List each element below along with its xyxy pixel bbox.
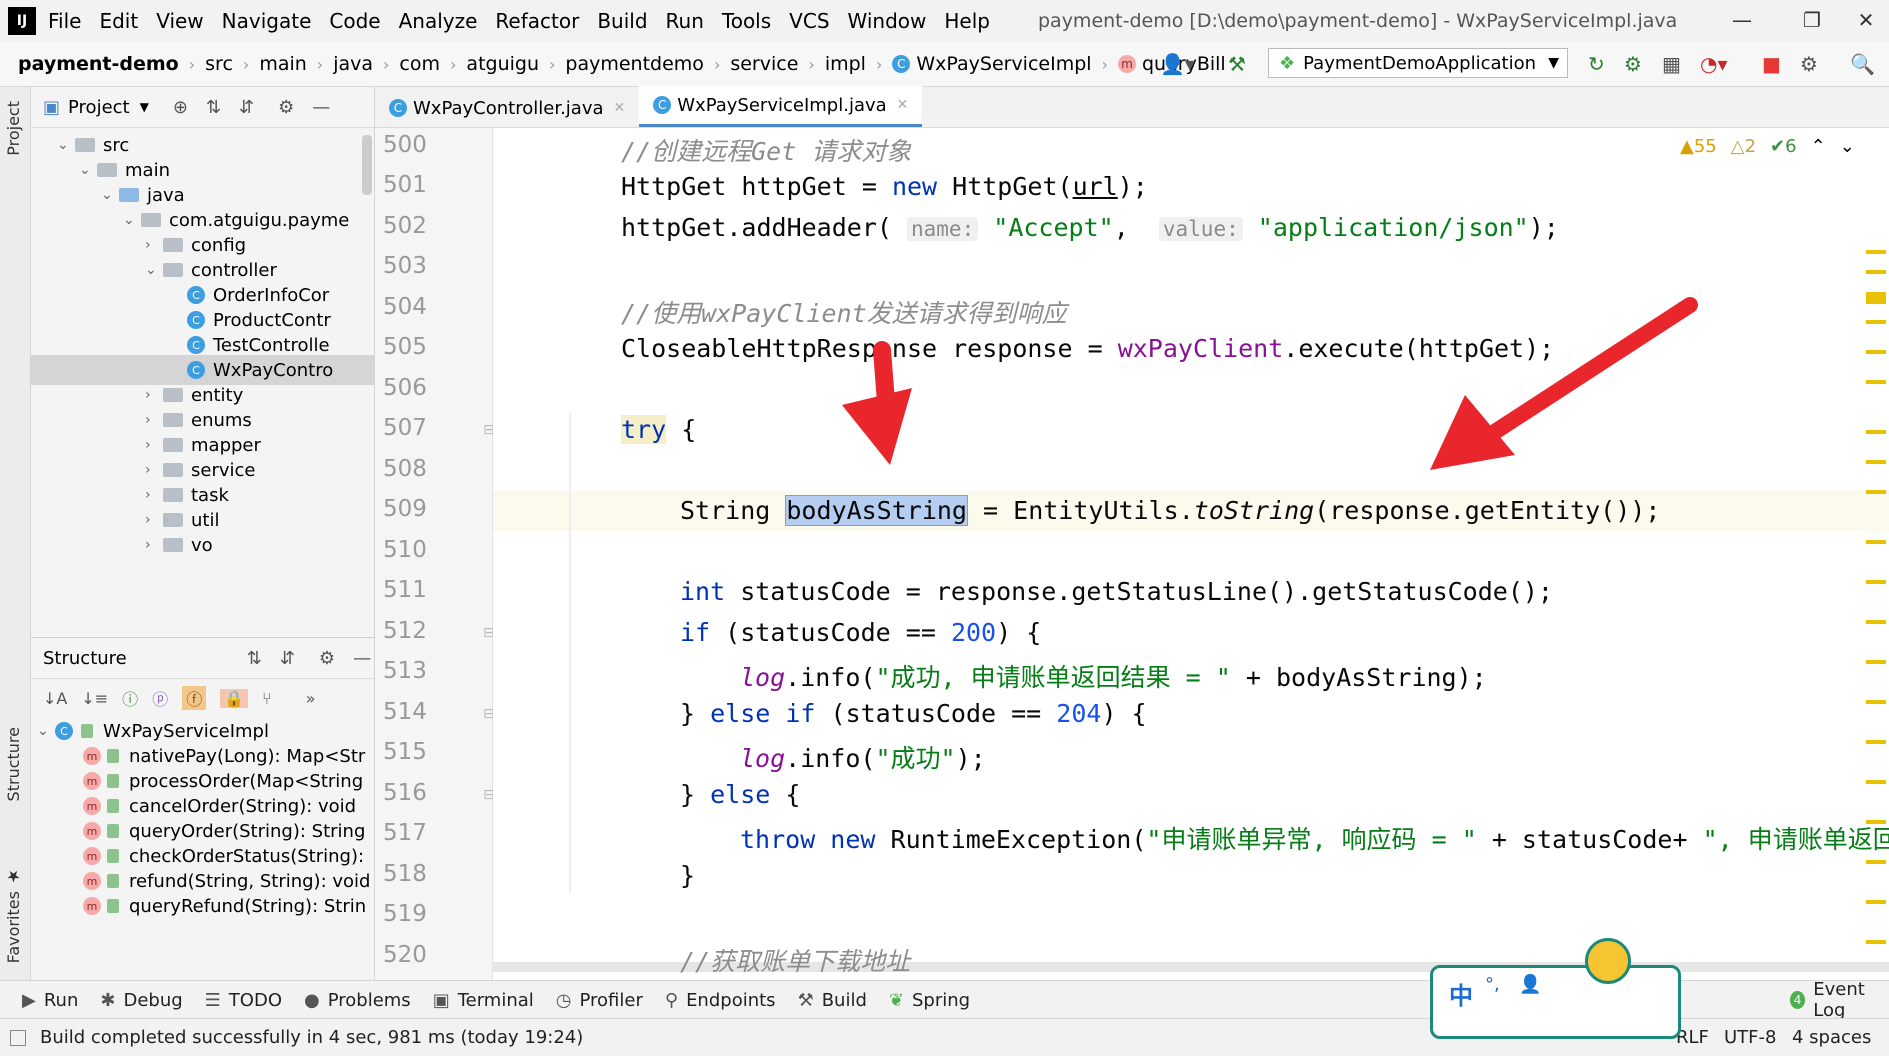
ime-punct-icon[interactable]: °,	[1485, 974, 1500, 995]
hammer-icon: ⚒	[797, 989, 814, 1011]
tool-terminal-label: Terminal	[457, 989, 534, 1011]
endpoints-icon: ⚲	[664, 989, 679, 1011]
spring-icon: ❦	[888, 989, 904, 1011]
tool-debug-label: Debug	[123, 989, 183, 1011]
tool-todo-label: TODO	[228, 989, 282, 1011]
list-icon: ☰	[204, 989, 221, 1011]
tool-spring-label: Spring	[911, 989, 971, 1011]
status-message[interactable]: Build completed successfully in 4 sec, 9…	[40, 1027, 583, 1048]
tool-todo[interactable]: ☰ TODO	[205, 990, 282, 1011]
tool-run[interactable]: ▶ Run	[22, 990, 78, 1011]
arrow-shaft	[1482, 297, 1698, 443]
ime-lang[interactable]: 中	[1449, 976, 1473, 1011]
tool-problems-label: Problems	[327, 989, 411, 1011]
ime-user-icon[interactable]: 👤	[1519, 974, 1541, 995]
profiler-icon: ◷	[555, 989, 572, 1011]
diagonal-arrow-annotation	[1430, 297, 1698, 470]
tool-debug[interactable]: ✱ Debug	[100, 990, 182, 1011]
file-encoding[interactable]: UTF-8	[1724, 1027, 1776, 1048]
ime-mascot-icon	[1585, 938, 1631, 984]
tool-endpoints[interactable]: ⚲ Endpoints	[665, 990, 776, 1011]
tool-event-log-label: Event Log	[1813, 979, 1865, 1021]
play-icon: ▶	[22, 989, 36, 1011]
event-log-icon: 4	[1790, 991, 1806, 1009]
terminal-icon: ▣	[432, 989, 450, 1011]
problems-icon: ●	[304, 989, 320, 1011]
indent-setting[interactable]: 4 spaces	[1792, 1027, 1871, 1048]
tool-spring[interactable]: ❦ Spring	[889, 990, 970, 1011]
ime-toolbar[interactable]: 中 °, 👤	[1430, 938, 1681, 1039]
status-toggle-icon[interactable]	[10, 1029, 26, 1046]
arrow-head	[842, 388, 912, 465]
tool-terminal[interactable]: ▣ Terminal	[433, 990, 534, 1011]
tool-profiler[interactable]: ◷ Profiler	[556, 990, 643, 1011]
down-arrow-annotation	[842, 341, 912, 465]
tool-profiler-label: Profiler	[579, 989, 643, 1011]
tool-event-log[interactable]: 4 Event Log	[1790, 979, 1889, 1021]
tool-problems[interactable]: ● Problems	[304, 990, 411, 1011]
tool-run-label: Run	[43, 989, 79, 1011]
tool-endpoints-label: Endpoints	[686, 989, 776, 1011]
tool-build-label: Build	[821, 989, 867, 1011]
bug-icon: ✱	[100, 989, 116, 1011]
annotation-arrows	[842, 297, 1698, 470]
tool-build[interactable]: ⚒ Build	[798, 990, 867, 1011]
